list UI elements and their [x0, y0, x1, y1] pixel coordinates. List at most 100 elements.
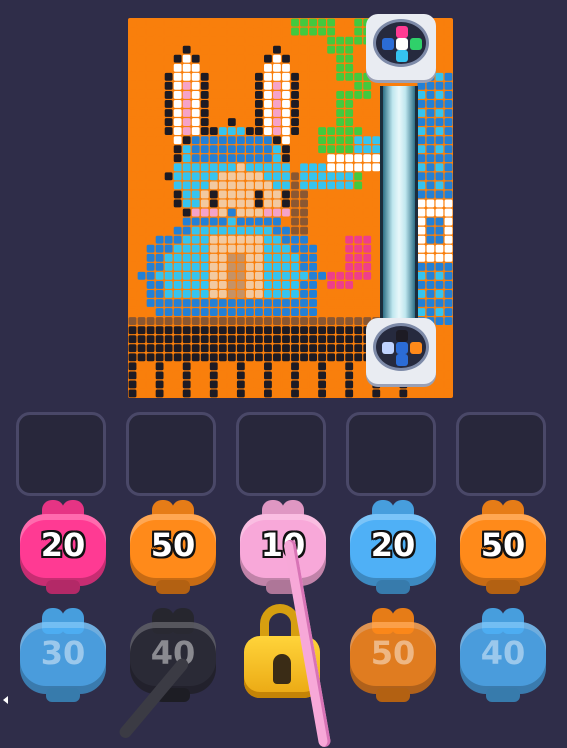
pixel-cell — [264, 344, 272, 353]
pixel-cell — [146, 118, 155, 126]
pixel-cell — [327, 235, 336, 244]
pixel-cell — [128, 326, 137, 335]
pixel-cell — [164, 136, 173, 145]
pixel-cell — [309, 45, 317, 54]
shooter-feet — [376, 688, 410, 702]
pixel-cell — [354, 18, 363, 27]
queue-slot[interactable] — [236, 412, 326, 496]
pixel-cell — [245, 353, 254, 362]
shooter-orange[interactable]: 50 — [456, 496, 550, 596]
pixel-cell — [363, 253, 372, 262]
pixel-cell — [273, 36, 281, 45]
pixel-cell — [227, 317, 236, 326]
pixel-cell — [182, 371, 191, 380]
pixel-cell — [444, 208, 453, 217]
shooter-blue[interactable]: 30 — [16, 604, 110, 704]
pixel-cell — [372, 217, 381, 226]
pixel-cell — [164, 217, 173, 226]
pixel-cell — [155, 127, 164, 136]
pixel-cell — [218, 36, 227, 45]
pixel-cell — [417, 100, 426, 108]
pixel-cell — [200, 90, 209, 99]
pixel-cell — [363, 235, 372, 244]
pixel-cell — [236, 163, 245, 172]
queue-slot[interactable] — [456, 412, 546, 496]
pixel-cell — [363, 299, 372, 307]
pixel-cell — [182, 154, 191, 163]
pixel-cell — [444, 109, 453, 117]
pixel-cell — [173, 362, 182, 371]
shooter-blue[interactable]: 40 — [456, 604, 550, 704]
pixel-cell — [164, 109, 173, 117]
pixel-cell — [146, 90, 155, 99]
pixel-cell — [354, 36, 363, 45]
pixel-cell — [146, 36, 155, 45]
queue-slot[interactable] — [346, 412, 436, 496]
pixel-cell — [282, 262, 290, 271]
pixel-cell — [128, 100, 137, 108]
pixel-cell — [273, 308, 281, 316]
pixel-cell — [155, 63, 164, 72]
pixel-cell — [146, 244, 155, 253]
pixel-cell — [137, 81, 146, 90]
pixel-cell — [236, 118, 245, 126]
pixel-cell — [444, 199, 453, 208]
pixel-cell — [236, 362, 245, 371]
shooter-orange[interactable]: 50 — [346, 604, 440, 704]
pixel-cell — [227, 290, 236, 298]
pixel-cell — [236, 63, 245, 72]
shooter-blue[interactable]: 20 — [346, 496, 440, 596]
pixel-cell — [200, 36, 209, 45]
pixel-cell — [282, 63, 290, 72]
pixel-cell — [209, 362, 218, 371]
pixel-cell — [309, 371, 317, 380]
pixel-cell — [327, 262, 336, 271]
pixel-cell — [218, 253, 227, 262]
pixel-cell — [209, 63, 218, 72]
pixel-cell — [227, 136, 236, 145]
pixel-cell — [291, 118, 299, 126]
pixel-cell — [444, 380, 453, 389]
shooter-black[interactable]: 40 — [126, 604, 220, 704]
pixel-cell — [444, 172, 453, 181]
pixel-cell — [336, 154, 345, 163]
pixel-cell — [227, 172, 236, 181]
pixel-cell — [128, 371, 137, 380]
back-arrow-icon[interactable] — [3, 696, 8, 704]
pixel-cell — [309, 362, 317, 371]
white-block-icon — [382, 342, 394, 354]
pixel-cell — [227, 145, 236, 154]
pixel-cell — [209, 163, 218, 172]
pixel-cell — [273, 190, 281, 199]
queue-slot[interactable] — [16, 412, 106, 496]
queue-slot[interactable] — [126, 412, 216, 496]
pixel-cell — [227, 199, 236, 208]
pixel-cell — [200, 109, 209, 117]
pixel-cell — [164, 72, 173, 81]
pixel-cell — [209, 389, 218, 398]
pixel-cell — [435, 217, 444, 226]
shooter-pink[interactable]: 20 — [16, 496, 110, 596]
pixel-cell — [336, 389, 345, 398]
pixel-cell — [254, 81, 263, 90]
pixel-cell — [426, 235, 435, 244]
pixel-cell — [354, 235, 363, 244]
pixel-cell — [173, 317, 182, 326]
pixel-cell — [318, 362, 327, 371]
pixel-cell — [128, 36, 137, 45]
pixel-cell — [282, 72, 290, 81]
pixel-cell — [128, 208, 137, 217]
pixel-cell — [336, 63, 345, 72]
pixel-cell — [273, 154, 281, 163]
pixel-cell — [264, 371, 272, 380]
pixel-cell — [318, 154, 327, 163]
pixel-cell — [236, 326, 245, 335]
pixel-cell — [435, 172, 444, 181]
pixel-cell — [309, 118, 317, 126]
pixel-cell — [345, 90, 354, 99]
pixel-cell — [191, 154, 200, 163]
pixel-cell — [363, 81, 372, 90]
pixel-cell — [336, 262, 345, 271]
shooter-orange[interactable]: 50 — [126, 496, 220, 596]
pixel-cell — [417, 253, 426, 262]
